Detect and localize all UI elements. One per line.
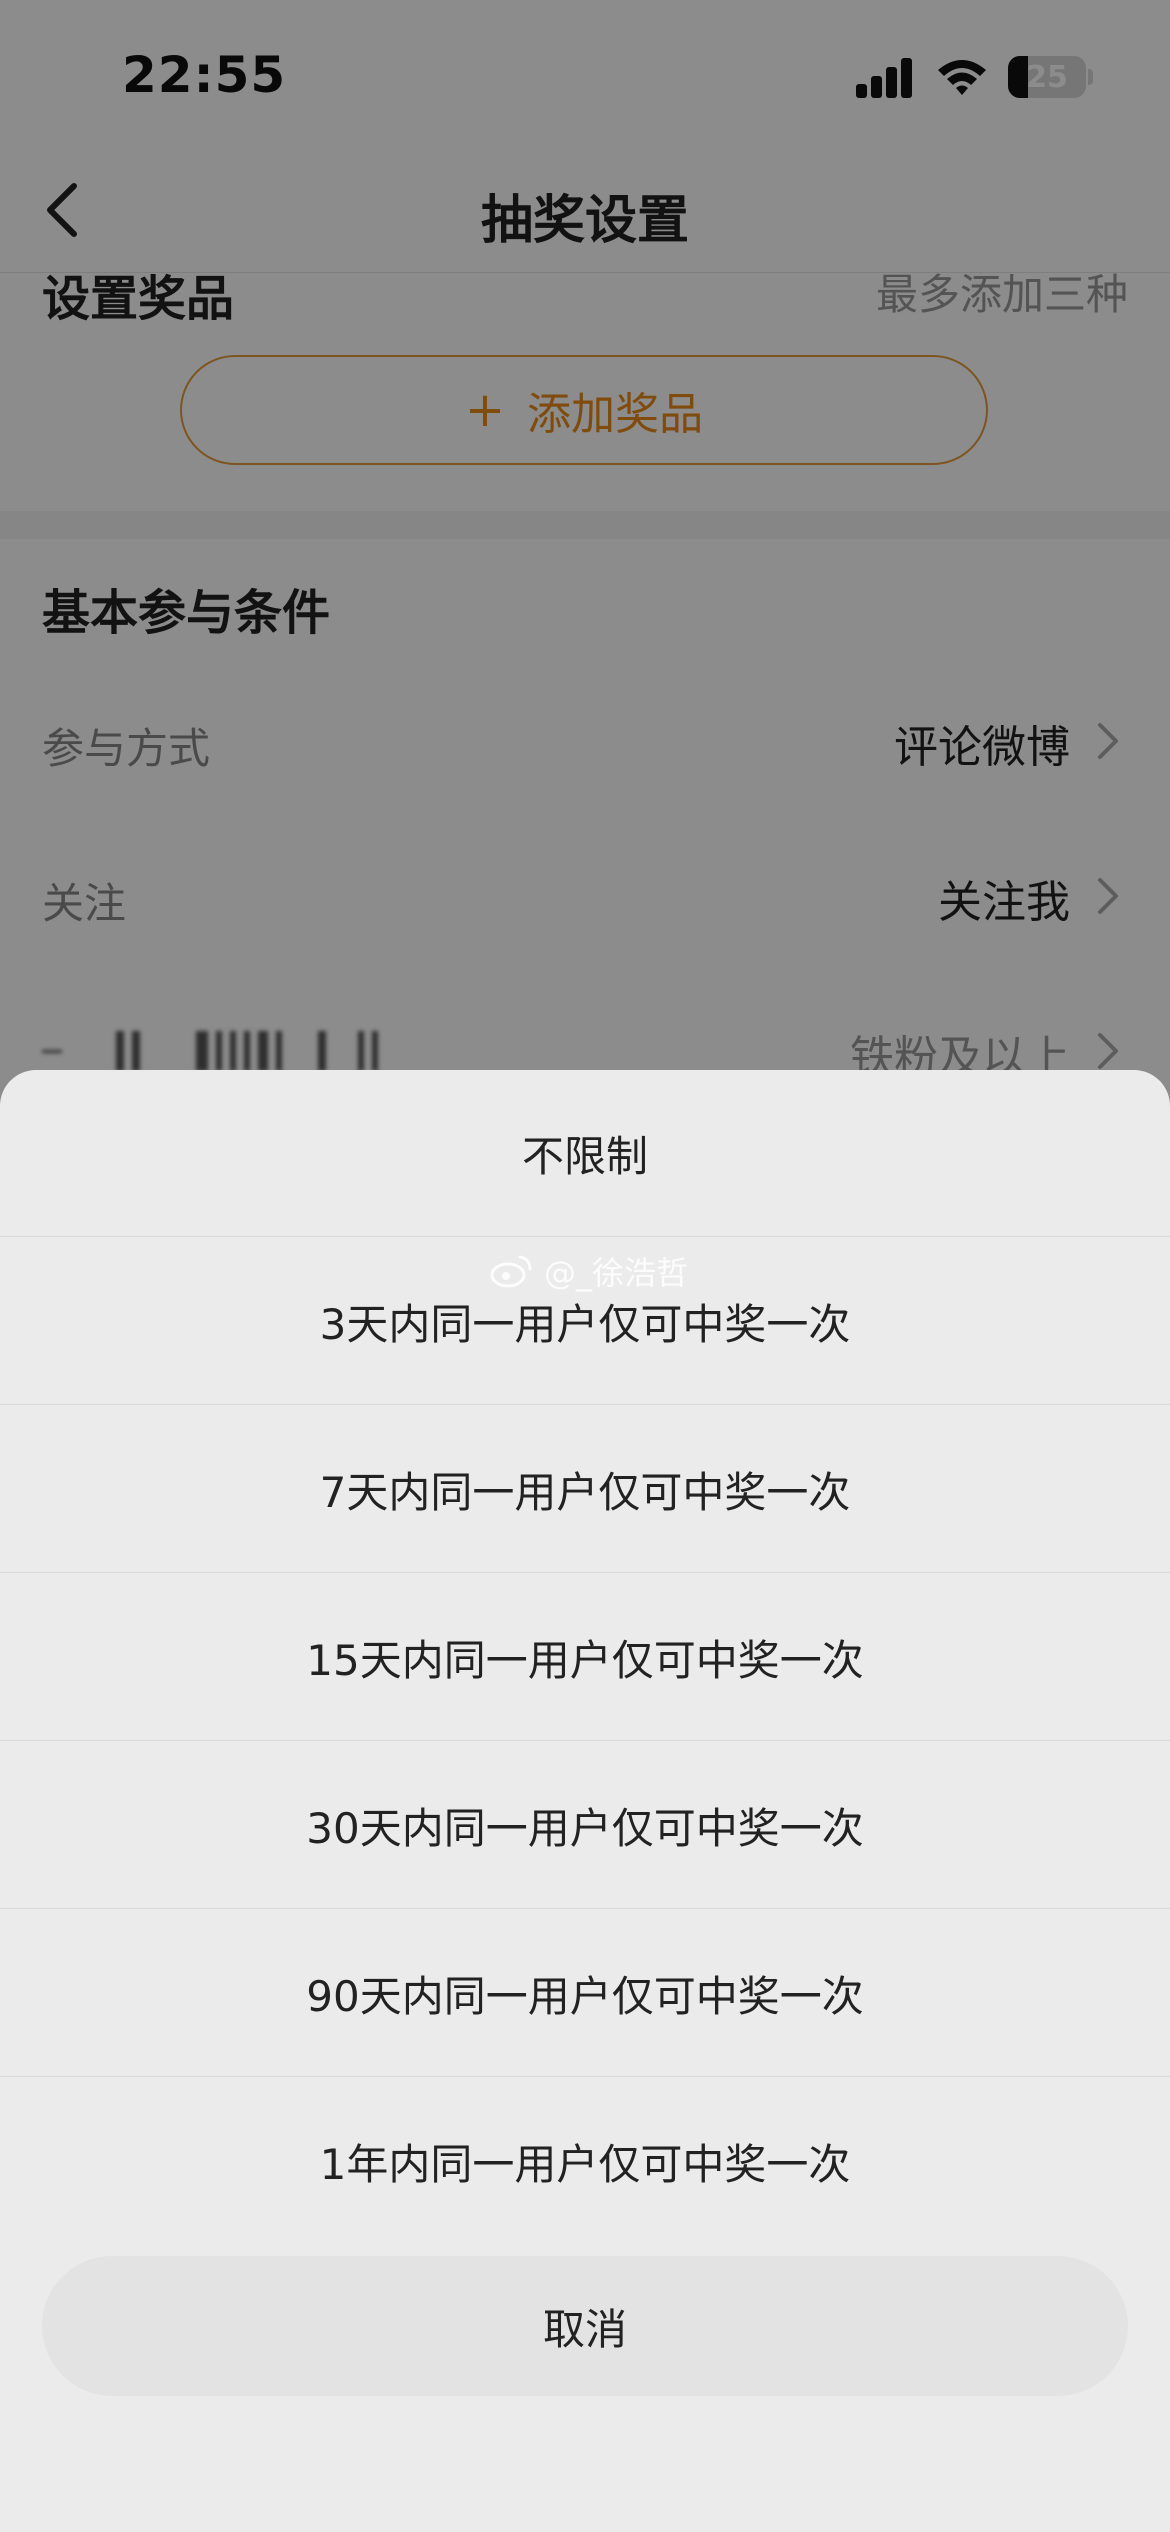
cancel-button[interactable]: 取消 [42, 2256, 1128, 2396]
watermark-text: @_徐浩哲 [544, 1254, 689, 1292]
sheet-option-1-year[interactable]: 1年内同一用户仅可中奖一次 [0, 2078, 1170, 2245]
sheet-option-unlimited[interactable]: 不限制 [0, 1070, 1170, 1237]
weibo-logo-icon [490, 1255, 532, 1288]
sheet-option-7-days[interactable]: 7天内同一用户仅可中奖一次 [0, 1406, 1170, 1573]
win-limit-action-sheet: 不限制 3天内同一用户仅可中奖一次 7天内同一用户仅可中奖一次 15天内同一用户… [0, 1070, 1170, 2532]
sheet-option-30-days[interactable]: 30天内同一用户仅可中奖一次 [0, 1742, 1170, 1909]
sheet-option-90-days[interactable]: 90天内同一用户仅可中奖一次 [0, 1910, 1170, 2077]
sheet-option-15-days[interactable]: 15天内同一用户仅可中奖一次 [0, 1574, 1170, 1741]
watermark: @_徐浩哲 [490, 1248, 688, 1294]
